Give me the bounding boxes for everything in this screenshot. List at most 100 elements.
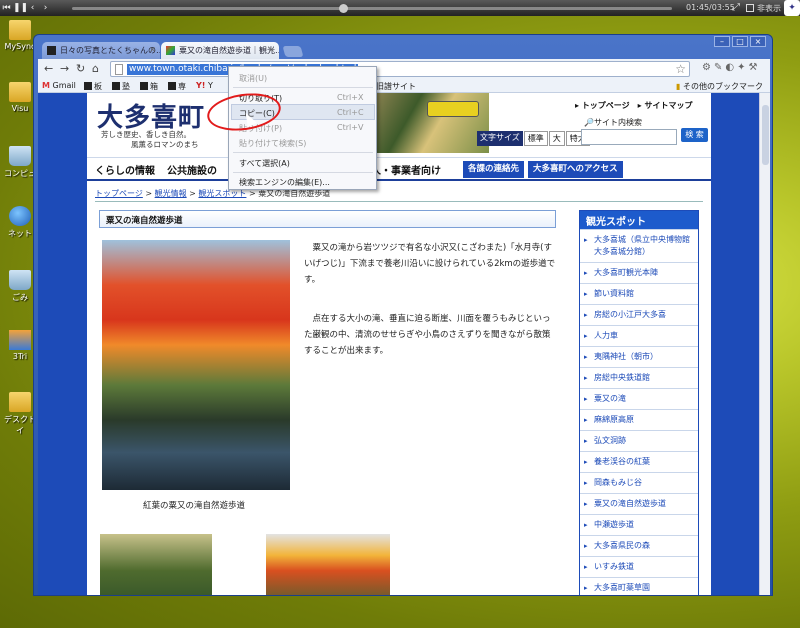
menu-separator [233,152,373,153]
font-size-label: 文字サイズ [477,131,523,146]
reload-icon[interactable]: ↻ [76,62,85,75]
sidebar-item-awamata-falls[interactable]: 粟又の滝 [580,388,698,409]
tray-icon[interactable]: ✦ [784,0,800,16]
gallery-photo-2[interactable] [266,534,390,595]
fullscreen-icon[interactable]: ⤢ [732,2,740,13]
sidebar-item-okamori[interactable]: 岡森もみじ谷 [580,472,698,493]
font-size-large[interactable]: 大 [548,131,565,146]
maximize-button[interactable]: □ [732,36,748,47]
bookmark-juku[interactable]: 塾 [112,81,130,92]
menu-shortcut-paste: Ctrl+V [337,123,364,132]
folder-icon [9,20,31,40]
rewind-icon[interactable]: ‹ [26,3,39,13]
top-links[interactable]: ▸ トップページ ▸ サイトマップ [575,100,692,111]
close-window-button[interactable]: × [750,36,766,47]
breadcrumb-top[interactable]: トップページ [95,189,143,198]
minimize-button[interactable]: – [714,36,730,47]
bookmark-y[interactable]: Y! Y [196,81,213,90]
sidebar-spots: 観光スポット 大多喜城（県立中央博物館大多喜城分館） 大多喜町観光本陣 節い資料… [579,210,699,595]
breadcrumb-kanko[interactable]: 観光情報 [155,189,187,198]
site-search-button[interactable]: 検 索 [681,128,708,142]
sidebar-item-trail[interactable]: 粟又の滝自然遊歩道 [580,493,698,514]
seek-knob[interactable] [339,4,348,13]
tab-awamata[interactable]: 粟又の滝自然遊歩道｜観光… × [161,42,279,59]
folder-icon [9,392,31,412]
page-viewport: 大多喜町 芳しき歴史、香しき自然。 風薫るロマンのまち ▸ トップページ ▸ サ… [38,93,759,595]
browser-toolbar: ← → ↻ ⌂ www.town.otaki.chiba.jp/kanko/sp… [38,59,770,79]
folder-icon [9,82,31,102]
folder-icon: ▮ [676,82,681,91]
sidebar-title: 観光スポット [580,211,698,229]
gallery-photo-1[interactable] [100,534,212,595]
bookmark-kyufu[interactable]: 旧譜サイト [376,81,416,92]
sidebar-item-nakase[interactable]: 中瀬遊歩道 [580,514,698,535]
site-tagline-2: 風薫るロマンのまち [131,140,199,149]
nav-facilities[interactable]: 公共施設の [167,162,217,177]
browser-window: 日々の写真とたくちゃんの… × 粟又の滝自然遊歩道｜観光… × – □ × ← → … [33,34,773,596]
bookmark-ita[interactable]: 板 [84,81,102,92]
home-icon[interactable]: ⌂ [92,62,99,75]
nav-access-button[interactable]: 大多喜町へのアクセス [528,161,623,178]
bookmarks-bar: M Gmail 板 塾 箱 専 Y! Y 旧譜サイト ▮ その他のブックマーク [38,79,770,93]
extension-icons[interactable]: ⚙✎◐✦⚒ [702,62,760,73]
search-icon: 🔎 [584,118,594,127]
detail-paragraph: 点在する大小の滝、垂直に迫る断崖、川面を覆うもみじといった巌観の中、清流のせせら… [304,314,551,356]
sidebar-item-isumi-railway[interactable]: いすみ鉄道 [580,556,698,577]
scrollbar-thumb[interactable] [762,105,769,165]
page-icon [115,64,123,75]
sidebar-item-isumi-shrine[interactable]: 夷隅神社（朝市） [580,346,698,367]
page-title: 粟又の滝自然遊歩道 [99,210,556,228]
vertical-scrollbar[interactable] [759,93,770,595]
address-bar[interactable]: www.town.otaki.chiba.jp/kanko/spot/yuhod… [110,61,690,77]
menu-shortcut-cut: Ctrl+X [337,93,364,102]
close-tab-icon[interactable]: × [268,45,275,54]
site-header: 大多喜町 芳しき歴史、香しき自然。 風薫るロマンのまち ▸ トップページ ▸ サ… [87,93,711,155]
menu-item-undo[interactable]: 取消(U) [239,73,267,84]
menu-separator [233,87,373,88]
font-size-standard[interactable]: 標準 [523,131,548,146]
forward-icon[interactable]: › [39,3,52,13]
close-tab-icon[interactable]: × [149,45,156,54]
nav-kurashi[interactable]: くらしの情報 [95,162,155,177]
autumn-trail-photo[interactable] [102,240,290,490]
sidebar-item-honjin[interactable]: 大多喜町観光本陣 [580,262,698,283]
web-page: 大多喜町 芳しき歴史、香しき自然。 風薫るロマンのまち ▸ トップページ ▸ サ… [87,93,711,595]
sidebar-item-railway-museum[interactable]: 房総中央鉄道館 [580,367,698,388]
sidebar-item-mamenbara[interactable]: 麻綿原高原 [580,409,698,430]
menu-item-select-all[interactable]: すべて選択(A) [239,158,290,169]
other-bookmarks[interactable]: ▮ その他のブックマーク [676,81,763,92]
hide-checkbox[interactable] [746,4,754,12]
site-search-input[interactable] [581,129,677,145]
pause-icon[interactable]: ❚❚ [13,3,28,13]
yahoo-icon: Y! [196,81,206,90]
bookmark-sen[interactable]: 専 [168,81,186,92]
breadcrumb-spot[interactable]: 観光スポット [198,189,246,198]
menu-item-edit-search-engines[interactable]: 検索エンジンの編集(E)... [239,177,330,188]
bookmark-hako[interactable]: 箱 [140,81,158,92]
sidebar-item-yoro-autumn[interactable]: 養老渓谷の紅葉 [580,451,698,472]
sidebar-item-forest[interactable]: 大多喜県民の森 [580,535,698,556]
divider [95,201,703,202]
bookmark-icon [84,82,92,90]
sidebar-item-museum[interactable]: 節い資料館 [580,283,698,304]
menu-separator [233,172,373,173]
bookmark-gmail[interactable]: M Gmail [42,81,76,90]
bookmark-star-icon[interactable]: ☆ [675,62,686,76]
new-tab-button[interactable] [282,46,304,57]
sidebar-item-koedo[interactable]: 房総の小江戸大多喜 [580,304,698,325]
sidebar-item-rickshaw[interactable]: 人力車 [580,325,698,346]
train-image [427,101,479,117]
back-icon[interactable]: ← [44,62,53,75]
menu-item-paste-search[interactable]: 貼り付けて検索(S) [239,138,306,149]
skip-back-icon[interactable]: ⏮ [0,3,13,13]
sidebar-item-herb-garden[interactable]: 大多喜町薬草園 [580,577,698,595]
tab-photos[interactable]: 日々の写真とたくちゃんの… × [42,42,160,59]
sidebar-item-otaki-castle[interactable]: 大多喜城（県立中央博物館大多喜城分館） [580,229,698,262]
bookmark-icon [168,82,176,90]
seek-bar[interactable] [72,4,672,13]
breadcrumb-current: 粟又の滝自然遊歩道 [258,189,331,198]
forward-icon[interactable]: → [60,62,69,75]
favicon-icon [47,46,56,55]
sidebar-item-kobundo[interactable]: 弘文洞跡 [580,430,698,451]
nav-contacts-button[interactable]: 各課の連絡先 [463,161,525,178]
